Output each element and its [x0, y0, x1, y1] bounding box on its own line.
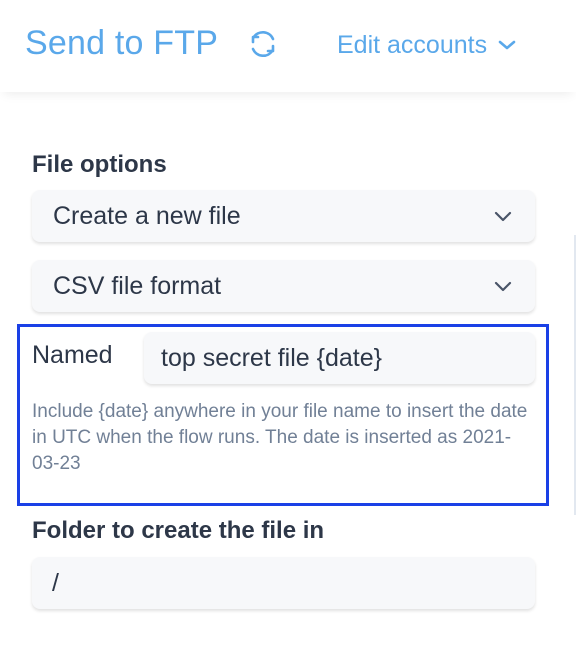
header: Send to FTP Edit accounts	[0, 0, 576, 92]
edit-accounts-dropdown[interactable]: Edit accounts	[337, 28, 517, 62]
file-options-label: File options	[32, 151, 167, 178]
file-mode-select[interactable]: Create a new file	[32, 190, 535, 242]
folder-label: Folder to create the file in	[32, 517, 325, 544]
refresh-icon[interactable]	[246, 27, 280, 61]
folder-value: /	[52, 568, 59, 597]
file-format-select[interactable]: CSV file format	[32, 260, 535, 312]
named-label: Named	[32, 341, 113, 369]
chevron-down-icon	[498, 40, 516, 50]
file-name-value: top secret file {date}	[161, 343, 382, 372]
chevron-down-icon	[494, 281, 512, 292]
page-title: Send to FTP	[25, 24, 219, 62]
file-name-input[interactable]: top secret file {date}	[144, 332, 535, 384]
file-mode-value: Create a new file	[53, 201, 241, 230]
folder-input[interactable]: /	[32, 557, 535, 609]
chevron-down-icon	[494, 211, 512, 222]
file-format-value: CSV file format	[53, 271, 222, 300]
file-name-help-text: Include {date} anywhere in your file nam…	[32, 401, 528, 474]
edit-accounts-label: Edit accounts	[337, 30, 488, 59]
